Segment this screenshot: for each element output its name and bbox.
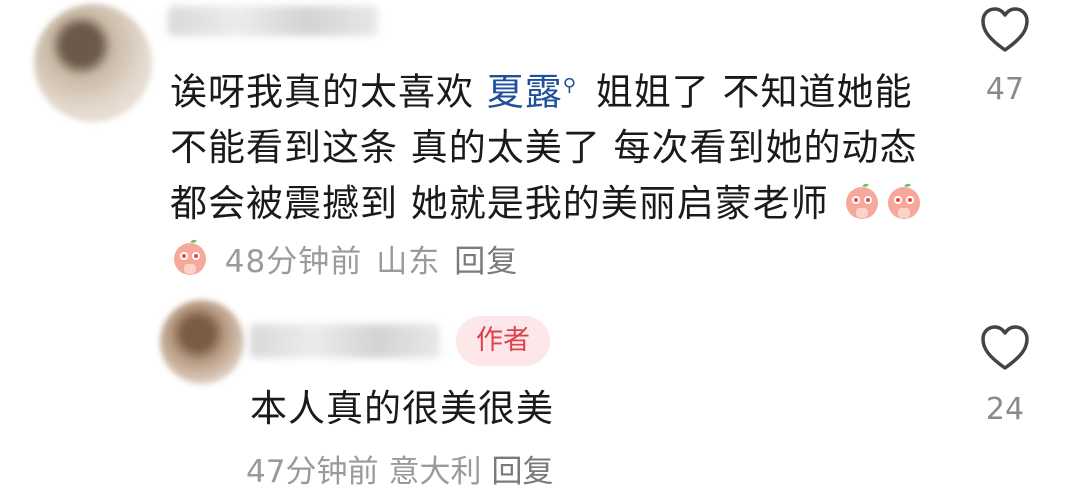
mention-link[interactable]: 夏露 [487, 70, 563, 113]
comment-text-part1: 诶呀我真的太喜欢 [170, 70, 487, 114]
reply-body: 本人真的很美很美 [250, 387, 554, 430]
author-name-blurred[interactable] [250, 324, 440, 358]
commenter-name-blurred[interactable] [168, 6, 378, 36]
praying-face-emoji [174, 240, 206, 276]
reply-like-count: 24 [985, 392, 1025, 427]
comment-time: 48分钟前 [224, 244, 363, 281]
reply-meta: 47分钟前 意大利 回复 [246, 446, 563, 491]
author-avatar[interactable] [160, 300, 244, 384]
search-icon[interactable]: ⚲ [563, 75, 577, 96]
reply-location: 意大利 [388, 454, 482, 490]
comment-like-count: 47 [985, 72, 1025, 107]
reply-time: 47分钟前 [246, 454, 379, 490]
comment-location: 山东 [376, 244, 441, 281]
praying-face-emoji [887, 184, 920, 220]
commenter-avatar[interactable] [34, 4, 152, 122]
author-badge: 作者 [456, 316, 550, 366]
like-heart-icon[interactable] [978, 322, 1032, 376]
reply-reply-button[interactable]: 回复 [491, 454, 553, 490]
like-heart-icon[interactable] [978, 4, 1032, 58]
comment-body: 诶呀我真的太喜欢 夏露⚲ 姐姐了 不知道她能不能看到这条 真的太美了 每次看到她… [170, 58, 940, 290]
praying-face-emoji [845, 184, 878, 220]
comment-reply-button[interactable]: 回复 [454, 244, 518, 280]
comment-meta: 48分钟前 山东 回复 [225, 244, 532, 280]
